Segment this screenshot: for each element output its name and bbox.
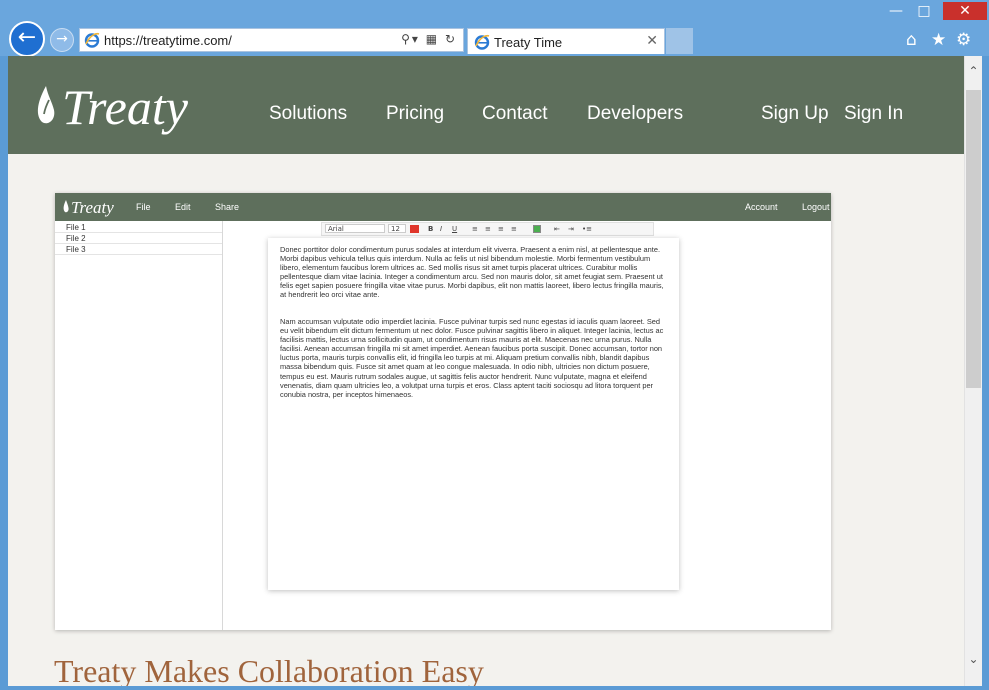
refresh-icon[interactable]: ↻ xyxy=(445,32,457,46)
bold-icon[interactable]: B xyxy=(428,225,433,233)
align-left-icon[interactable]: ≡ xyxy=(472,225,478,233)
nav-solutions[interactable]: Solutions xyxy=(269,103,347,125)
scroll-up-icon[interactable]: ⌃ xyxy=(965,64,982,78)
align-right-icon[interactable]: ≡ xyxy=(498,225,504,233)
outdent-icon[interactable]: ⇥ xyxy=(568,225,574,233)
menu-logout[interactable]: Logout xyxy=(802,202,830,212)
sign-in-link[interactable]: Sign In xyxy=(844,103,903,125)
arrow-left-icon: ← xyxy=(17,25,37,50)
gear-icon[interactable]: ⚙ xyxy=(956,30,971,50)
file-item[interactable]: File 2 xyxy=(55,233,222,244)
file-sidebar: File 1 File 2 File 3 xyxy=(55,221,223,630)
underline-icon[interactable]: U xyxy=(452,225,457,233)
ie-logo-icon xyxy=(474,34,490,50)
menu-share[interactable]: Share xyxy=(215,202,239,212)
scrollbar[interactable]: ⌃ ⌄ xyxy=(964,56,982,686)
forward-button[interactable]: → xyxy=(50,28,74,52)
site-header: Treaty Solutions Pricing Contact Develop… xyxy=(8,56,964,154)
document-paragraph: Donec porttitor dolor condimentum purus … xyxy=(280,245,664,300)
align-center-icon[interactable]: ≡ xyxy=(485,225,491,233)
minimize-button[interactable]: — xyxy=(883,2,909,20)
app-header: Treaty File Edit Share Account Logout xyxy=(55,193,831,221)
indent-icon[interactable]: ⇤ xyxy=(554,225,560,233)
scroll-thumb[interactable] xyxy=(966,90,981,388)
bullet-list-icon[interactable]: •≡ xyxy=(582,225,592,233)
document-page[interactable]: Donec porttitor dolor condimentum purus … xyxy=(268,238,679,590)
page-viewport: Treaty Solutions Pricing Contact Develop… xyxy=(8,56,964,686)
nav-developers[interactable]: Developers xyxy=(587,103,683,125)
menu-edit[interactable]: Edit xyxy=(175,202,191,212)
arrow-right-icon: → xyxy=(56,31,68,47)
sign-up-link[interactable]: Sign Up xyxy=(761,103,829,125)
font-select[interactable]: Arial xyxy=(325,224,385,233)
app-logo: Treaty xyxy=(63,198,114,217)
address-tools[interactable]: ⚲▾ ▦ ↻ xyxy=(401,32,457,46)
address-bar[interactable]: https://treatytime.com/ ⚲▾ ▦ ↻ xyxy=(79,28,464,52)
italic-icon[interactable]: I xyxy=(440,225,442,233)
new-tab-button[interactable] xyxy=(666,28,693,54)
size-select[interactable]: 12 xyxy=(388,224,406,233)
tab-title: Treaty Time xyxy=(494,35,563,50)
ie-logo-icon xyxy=(84,32,100,48)
maximize-button[interactable]: □ xyxy=(911,2,937,20)
tab-treaty-time[interactable]: Treaty Time ✕ xyxy=(467,28,665,54)
app-logo-text: Treaty xyxy=(71,198,114,217)
search-icon[interactable]: ⚲▾ xyxy=(401,32,420,46)
nav-contact[interactable]: Contact xyxy=(482,103,547,125)
back-button[interactable]: ← xyxy=(9,21,45,57)
justify-icon[interactable]: ≡ xyxy=(511,225,517,233)
file-item[interactable]: File 3 xyxy=(55,244,222,255)
star-icon[interactable]: ★ xyxy=(931,30,946,50)
address-text: https://treatytime.com/ xyxy=(104,33,232,48)
home-icon[interactable]: ⌂ xyxy=(906,30,917,50)
app-preview: Treaty File Edit Share Account Logout Fi… xyxy=(55,193,831,630)
tab-close-icon[interactable]: ✕ xyxy=(646,33,658,49)
menu-account[interactable]: Account xyxy=(745,202,778,212)
page-heading: Treaty Makes Collaboration Easy xyxy=(54,653,484,686)
treaty-logo[interactable]: Treaty xyxy=(32,70,222,150)
document-paragraph: Nam accumsan vulputate odio imperdiet la… xyxy=(280,317,664,399)
scroll-down-icon[interactable]: ⌄ xyxy=(965,652,982,666)
file-item[interactable]: File 1 xyxy=(55,222,222,233)
nav-pricing[interactable]: Pricing xyxy=(386,103,444,125)
editor-toolbar: Arial 12 B I U ≡ ≡ ≡ ≡ ⇤ ⇥ •≡ xyxy=(321,222,654,236)
insert-image-icon[interactable] xyxy=(533,225,541,233)
menu-file[interactable]: File xyxy=(136,202,151,212)
close-button[interactable]: ✕ xyxy=(943,2,987,20)
compat-icon[interactable]: ▦ xyxy=(426,32,439,46)
text-color-swatch[interactable] xyxy=(410,225,419,233)
logo-text: Treaty xyxy=(62,79,189,135)
